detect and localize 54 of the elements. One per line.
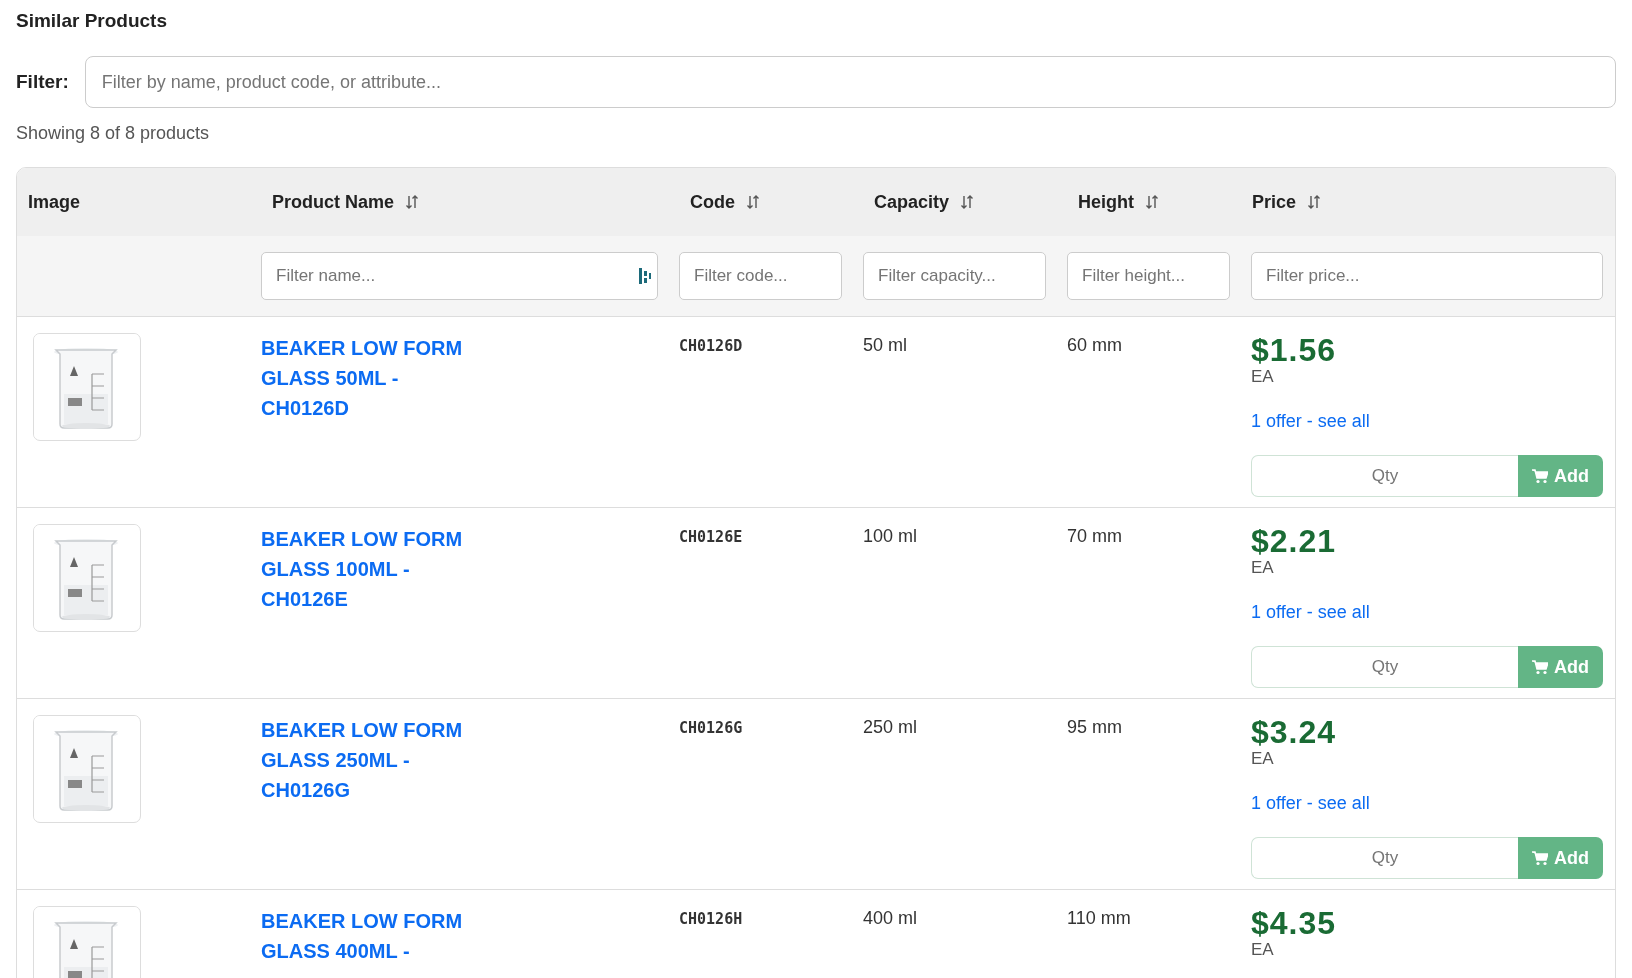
height-value: 60 mm — [1067, 334, 1123, 356]
price: $2.21 — [1251, 524, 1338, 558]
add-to-cart-button[interactable]: Add — [1518, 455, 1603, 497]
filter-label: Filter: — [16, 71, 69, 93]
capacity-value: 100 ml — [863, 525, 919, 547]
column-header[interactable]: Product Name — [272, 191, 395, 213]
price: $4.35 — [1251, 906, 1338, 940]
column-filter-field[interactable]: Filter code... — [679, 252, 842, 300]
capacity-value: 250 ml — [863, 716, 919, 738]
bars-icon[interactable] — [638, 266, 652, 286]
height-value: 110 mm — [1067, 907, 1132, 929]
product-link[interactable]: BEAKER LOW FORM GLASS 250ML - CH0126G — [261, 715, 471, 805]
column-filter-field[interactable]: Filter capacity... — [863, 252, 1046, 300]
section-title: Similar Products — [16, 9, 168, 33]
column-header[interactable]: Height — [1078, 191, 1134, 213]
capacity-value: 50 ml — [863, 334, 908, 356]
product-link[interactable]: BEAKER LOW FORM GLASS 400ML - — [261, 906, 471, 966]
sort-icon[interactable] — [1144, 194, 1160, 210]
unit-label: EA — [1251, 558, 1275, 578]
unit-label: EA — [1251, 367, 1275, 387]
unit-label: EA — [1251, 940, 1275, 960]
product-code: CH0126D — [679, 336, 744, 355]
price: $1.56 — [1251, 333, 1338, 367]
unit-label: EA — [1251, 749, 1275, 769]
column-header: Image — [28, 191, 81, 213]
qty-field[interactable]: Qty — [1251, 837, 1518, 879]
qty-field[interactable]: Qty — [1251, 646, 1518, 688]
cart-icon — [1532, 468, 1548, 484]
price: $3.24 — [1251, 715, 1338, 749]
offers-link[interactable]: 1 offer - see all — [1251, 602, 1370, 623]
height-value: 95 mm — [1067, 716, 1123, 738]
cart-icon — [1532, 850, 1548, 866]
product-code: CH0126G — [679, 718, 744, 737]
product-link[interactable]: BEAKER LOW FORM GLASS 100ML - CH0126E — [261, 524, 471, 614]
cart-icon — [1532, 659, 1548, 675]
product-link[interactable]: BEAKER LOW FORM GLASS 50ML - CH0126D — [261, 333, 471, 423]
offers-link[interactable]: 1 offer - see all — [1251, 793, 1370, 814]
qty-field[interactable]: Qty — [1251, 455, 1518, 497]
filter-name-field[interactable]: Filter name... — [261, 252, 658, 300]
height-value: 70 mm — [1067, 525, 1123, 547]
sort-icon[interactable] — [745, 194, 761, 210]
column-filter-field[interactable]: Filter height... — [1067, 252, 1230, 300]
offers-link[interactable]: 1 offer - see all — [1251, 411, 1370, 432]
column-header[interactable]: Price — [1252, 191, 1297, 213]
capacity-value: 400 ml — [863, 907, 919, 929]
product-code: CH0126H — [679, 909, 744, 928]
result-count: Showing 8 of 8 products — [16, 123, 211, 144]
add-to-cart-button[interactable]: Add — [1518, 837, 1603, 879]
filter-field[interactable]: Filter by name, product code, or attribute... — [84, 56, 1616, 108]
column-header[interactable]: Code — [690, 191, 735, 213]
add-to-cart-button[interactable]: Add — [1518, 646, 1603, 688]
column-filter-field[interactable]: Filter price... — [1251, 252, 1603, 300]
column-header[interactable]: Capacity — [874, 191, 950, 213]
product-code: CH0126E — [679, 527, 744, 546]
